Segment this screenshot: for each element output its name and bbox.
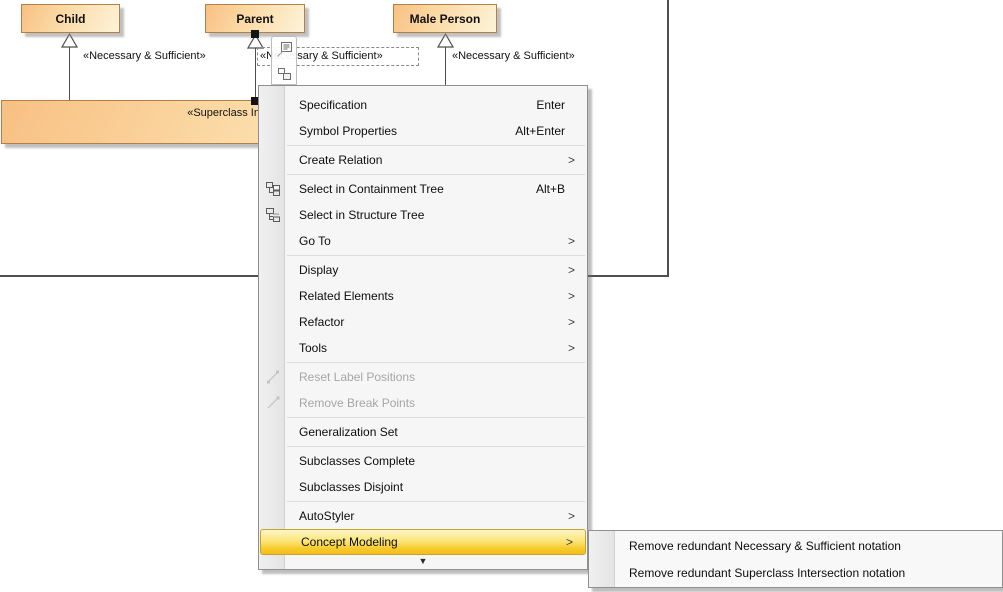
menu-item-label: Reset Label Positions [286,370,415,384]
menu-item-subclasses-disjoint[interactable]: Subclasses Disjoint [259,474,587,500]
menu-item-label: Remove Break Points [286,396,415,410]
menu-item-select-in-containment-tree[interactable]: Select in Containment Tree Alt+B [259,176,587,202]
menu-item-label: Go To [286,234,331,248]
menu-item-label: Subclasses Complete [286,454,415,468]
menu-item-display[interactable]: Display > [259,257,587,283]
menu-item-subclasses-complete[interactable]: Subclasses Complete [259,448,587,474]
menu-separator [287,362,585,363]
generalization-label-child[interactable]: «Necessary & Sufficient» [83,50,206,62]
menu-item-label: Tools [286,341,327,355]
generalization-arrow-icon [437,33,454,48]
application-canvas: Child Parent Male Person «Superclass Int… [0,0,1003,592]
menu-scroll-down[interactable]: ▼ [259,555,587,567]
menu-separator [287,174,585,175]
submenu-arrow-icon: > [566,535,585,549]
class-box-parent[interactable]: Parent [205,4,305,33]
menu-item-label: Specification [286,98,367,112]
menu-item-label: Remove redundant Superclass Intersection… [589,566,905,580]
menu-item-label: Select in Containment Tree [286,182,444,196]
diagram-frame-right-border [667,0,669,277]
menu-item-refactor[interactable]: Refactor > [259,309,587,335]
menu-item-label: Related Elements [286,289,394,303]
menu-item-autostyler[interactable]: AutoStyler > [259,503,587,529]
submenu-arrow-icon: > [568,234,587,248]
menu-separator [287,255,585,256]
submenu-arrow-icon: > [568,341,587,355]
submenu-arrow-icon: > [568,315,587,329]
class-name: Male Person [410,12,481,26]
menu-item-related-elements[interactable]: Related Elements > [259,283,587,309]
containment-tree-icon [259,181,286,197]
reset-label-positions-icon [259,369,286,385]
submenu-arrow-icon: > [568,263,587,277]
menu-item-label: Select in Structure Tree [286,208,424,222]
remove-break-points-icon [259,395,286,411]
selection-handle[interactable] [251,30,259,38]
menu-item-label: Symbol Properties [286,124,397,138]
submenu-item-remove-redundant-necessary-sufficient[interactable]: Remove redundant Necessary & Sufficient … [589,532,1002,559]
generalization-line-male-person[interactable] [445,46,446,86]
structure-tree-icon [259,207,286,223]
menu-item-create-relation[interactable]: Create Relation > [259,147,587,173]
generalization-line-child[interactable] [69,46,70,101]
structure-icon[interactable] [275,64,293,82]
generalization-line-parent[interactable] [255,44,256,98]
menu-item-specification[interactable]: Specification Enter [259,92,587,118]
context-menu: Specification Enter Symbol Properties Al… [258,85,588,570]
menu-item-reset-label-positions: Reset Label Positions [259,364,587,390]
submenu-item-remove-redundant-superclass-intersection[interactable]: Remove redundant Superclass Intersection… [589,559,1002,586]
menu-item-label: Generalization Set [286,425,398,439]
scroll-down-icon: ▼ [419,557,428,566]
class-name: Parent [236,12,273,26]
submenu-arrow-icon: > [568,509,587,523]
menu-item-label: Concept Modeling [288,535,398,549]
menu-item-label: Subclasses Disjoint [286,480,403,494]
class-name: Child [56,12,86,26]
menu-item-tools[interactable]: Tools > [259,335,587,361]
menu-item-shortcut: Alt+B [536,182,587,196]
note-icon[interactable] [275,40,293,58]
menu-item-select-in-structure-tree[interactable]: Select in Structure Tree [259,202,587,228]
menu-separator [287,145,585,146]
menu-item-label: AutoStyler [286,509,354,523]
submenu-arrow-icon: > [568,289,587,303]
menu-item-shortcut: Alt+Enter [515,124,587,138]
menu-separator [287,501,585,502]
menu-item-concept-modeling[interactable]: Concept Modeling > [260,529,586,555]
generalization-label-male-person[interactable]: «Necessary & Sufficient» [452,50,575,62]
menu-separator [287,446,585,447]
submenu-arrow-icon: > [568,153,587,167]
menu-item-symbol-properties[interactable]: Symbol Properties Alt+Enter [259,118,587,144]
class-box-child[interactable]: Child [21,4,120,33]
menu-item-go-to[interactable]: Go To > [259,228,587,254]
menu-item-remove-break-points: Remove Break Points [259,390,587,416]
menu-item-label: Create Relation [286,153,382,167]
menu-separator [287,417,585,418]
concept-modeling-submenu: Remove redundant Necessary & Sufficient … [588,530,1003,588]
menu-item-shortcut: Enter [536,98,587,112]
menu-item-label: Refactor [286,315,344,329]
generalization-arrow-icon [61,33,78,48]
menu-item-generalization-set[interactable]: Generalization Set [259,419,587,445]
menu-item-label: Display [286,263,338,277]
smart-manipulator-toolbar [271,36,297,85]
menu-item-label: Remove redundant Necessary & Sufficient … [589,539,901,553]
class-box-male-person[interactable]: Male Person [393,4,497,33]
